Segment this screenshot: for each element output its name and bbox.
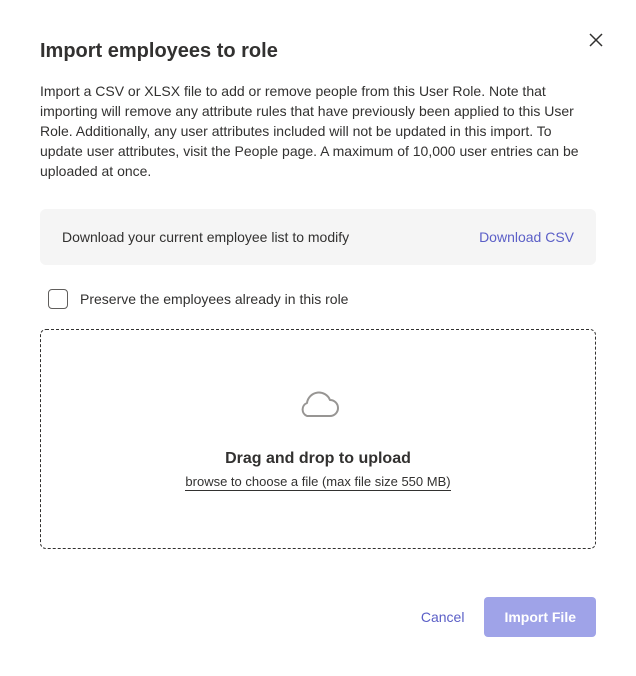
import-file-button[interactable]: Import File xyxy=(484,597,596,637)
download-csv-link[interactable]: Download CSV xyxy=(479,229,574,245)
dialog-title: Import employees to role xyxy=(40,40,596,63)
download-panel: Download your current employee list to m… xyxy=(40,209,596,265)
file-dropzone[interactable]: Drag and drop to upload browse to choose… xyxy=(40,329,596,549)
import-employees-dialog: Import employees to role Import a CSV or… xyxy=(0,0,636,667)
dialog-footer: Cancel Import File xyxy=(40,597,596,637)
preserve-checkbox-row: Preserve the employees already in this r… xyxy=(40,289,596,309)
download-panel-text: Download your current employee list to m… xyxy=(62,229,349,245)
preserve-checkbox-label: Preserve the employees already in this r… xyxy=(80,291,348,307)
dialog-description: Import a CSV or XLSX file to add or remo… xyxy=(40,81,596,181)
cancel-button[interactable]: Cancel xyxy=(421,609,465,625)
dropzone-title: Drag and drop to upload xyxy=(225,450,411,468)
preserve-checkbox[interactable] xyxy=(48,289,68,309)
close-button[interactable] xyxy=(584,28,608,52)
close-icon xyxy=(589,33,603,47)
cloud-upload-icon xyxy=(297,387,339,430)
dropzone-browse-link[interactable]: browse to choose a file (max file size 5… xyxy=(185,474,450,491)
